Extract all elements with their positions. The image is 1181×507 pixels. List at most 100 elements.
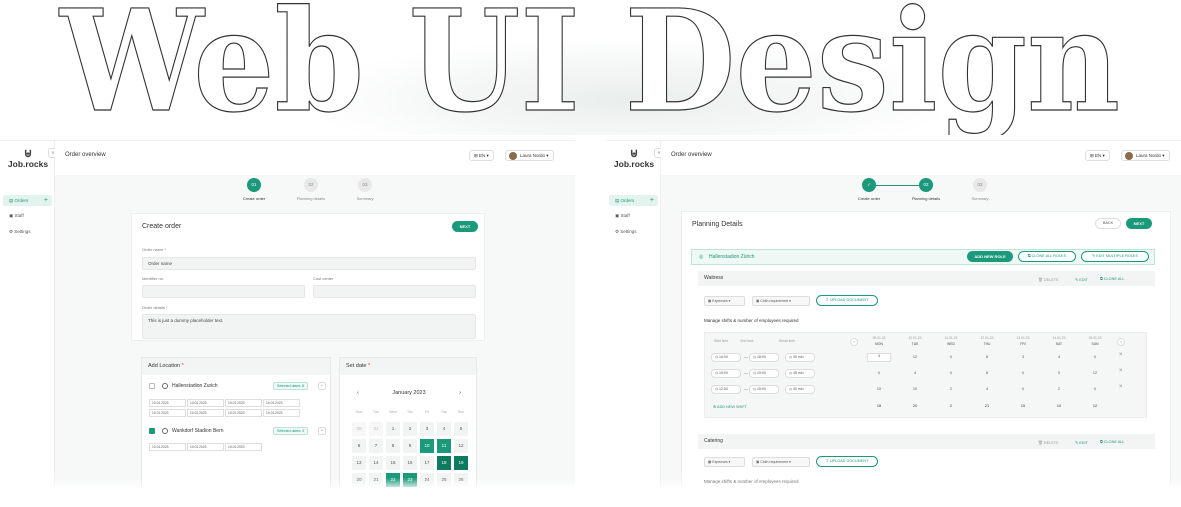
end-time-input[interactable]: ◷ 18:00 [749,353,779,362]
calendar-day-selected[interactable]: 18 [437,456,451,470]
date-chip[interactable]: 10.01.2023 [225,399,262,407]
sidebar-item-staff[interactable]: ▣ Staff [3,210,52,221]
date-chip[interactable]: 10.01.2023 [187,399,224,407]
upload-document-button[interactable]: ⇧ UPLOAD DOCUMENT [816,295,878,306]
calendar-day-selected[interactable]: 11 [437,439,451,453]
add-icon[interactable]: + [44,195,48,206]
calendar-day[interactable]: 9 [403,439,417,453]
sidebar-item-orders[interactable]: ▤ Orders + [3,195,52,206]
employee-count-input[interactable]: 4 [867,353,891,362]
calendar-day[interactable]: 7 [369,439,383,453]
cost-center-input[interactable] [313,285,476,298]
date-chip[interactable]: 10.01.2023 [149,409,186,417]
prev-week-icon[interactable]: ‹ [850,338,858,346]
back-button[interactable]: BACK [1095,218,1121,229]
calendar-day[interactable]: 5 [454,422,468,436]
calendar-day[interactable]: 17 [420,456,434,470]
calendar-day[interactable]: 30 [352,422,366,436]
break-time-input[interactable]: ◷ 40 min [785,385,815,394]
date-chip[interactable]: 10.01.2023 [225,409,262,417]
start-time-input[interactable]: ◷ 15:00 [711,369,741,378]
employee-count[interactable]: 0 [1011,387,1035,391]
edit-multiple-roles-button[interactable]: ✎ EDIT MULTIPLE ROLES [1081,251,1149,262]
edit-role-button[interactable]: ✎ EDIT [1075,277,1088,282]
calendar-day[interactable]: 14 [369,456,383,470]
employee-count[interactable]: 0 [1047,371,1071,375]
employee-count[interactable]: 8 [975,371,999,375]
cloth-requirement-select[interactable]: ▣ Cloth requirement ▾ [752,457,810,467]
step-2[interactable]: 02 [304,178,318,192]
sidebar-item-orders[interactable]: ▤ Orders + [609,195,658,206]
expenses-select[interactable]: ▦ Expenses ▾ [704,457,745,467]
upload-document-button[interactable]: ⇧ UPLOAD DOCUMENT [816,456,878,467]
start-time-input[interactable]: ◷ 16:00 [711,353,741,362]
sidebar-item-staff[interactable]: ▣ Staff [609,210,658,221]
end-time-input[interactable]: ◷ 15:00 [749,385,779,394]
next-month-icon[interactable]: › [454,390,466,396]
clone-all-roles-button[interactable]: ⧉ CLONE ALL ROLES [1018,251,1076,262]
date-chip[interactable]: 10.01.2023 [225,443,262,451]
language-select[interactable]: ⊞ EN ▾ [469,150,494,161]
prev-month-icon[interactable]: ‹ [352,390,364,396]
employee-count[interactable]: 10 [903,387,927,391]
employee-count[interactable]: 12 [903,355,927,359]
add-icon[interactable]: + [650,195,654,206]
app-logo[interactable]: ⊎ Job.rocks [612,147,656,169]
edit-role-button[interactable]: ✎ EDIT [1075,440,1088,445]
close-icon[interactable]: × [1119,368,1123,374]
calendar-day-selected[interactable]: 19 [454,456,468,470]
calendar-day[interactable]: 1 [386,422,400,436]
employee-count[interactable]: 0 [867,371,891,375]
order-name-input[interactable]: Order name [142,257,476,270]
date-chip[interactable]: 10.01.2023 [263,399,300,407]
calendar-day[interactable]: 13 [352,456,366,470]
date-chip[interactable]: 10.01.2023 [149,399,186,407]
delete-role-button[interactable]: 🗑 DELETE [1038,440,1059,445]
date-chip[interactable]: 10.01.2023 [187,409,224,417]
break-time-input[interactable]: ◷ 30 min [785,353,815,362]
calendar-day[interactable]: 15 [386,456,400,470]
employee-count[interactable]: 4 [975,387,999,391]
calendar-day[interactable]: 8 [386,439,400,453]
calendar-day-selected[interactable]: 10 [420,439,434,453]
employee-count[interactable]: 2 [939,387,963,391]
calendar-day[interactable]: 16 [403,456,417,470]
sidebar-item-settings[interactable]: ⚙ Settings [3,226,52,237]
calendar-day[interactable]: 3 [420,422,434,436]
order-details-textarea[interactable]: This is just a dummy placeholder text. [142,314,476,339]
language-select[interactable]: ⊞ EN ▾ [1085,150,1110,161]
user-menu[interactable]: Laura Nordo ▾ [1121,150,1170,161]
step-3[interactable]: 03 [973,178,987,192]
employee-count[interactable]: 0 [939,355,963,359]
date-chip[interactable]: 10.01.2023 [187,443,224,451]
employee-count[interactable]: 4 [903,371,927,375]
calendar-day[interactable]: 4 [437,422,451,436]
expenses-select[interactable]: ▦ Expenses ▾ [704,296,745,306]
app-logo[interactable]: ⊎ Job.rocks [6,147,50,169]
step-1-done[interactable]: ✓ [862,178,876,192]
break-time-input[interactable]: ◷ 45 min [785,369,815,378]
add-new-shift-button[interactable]: ⊕ ADD NEW SHIFT [713,404,747,409]
location-checkbox[interactable] [149,383,155,389]
employee-count[interactable]: 2 [1047,387,1071,391]
delete-role-button[interactable]: 🗑 DELETE [1038,277,1059,282]
cloth-requirement-select[interactable]: ▣ Cloth requirement ▾ [752,296,810,306]
employee-count[interactable]: 3 [1011,355,1035,359]
start-time-input[interactable]: ◷ 12:00 [711,385,741,394]
calendar-day[interactable]: 31 [369,422,383,436]
add-new-role-button[interactable]: ADD NEW ROLE [967,251,1013,262]
step-2[interactable]: 02 [919,178,933,192]
location-checkbox-checked[interactable] [149,428,155,434]
chevron-up-icon[interactable]: ^ [318,382,326,390]
clone-role-button[interactable]: ⧉ CLONE ALL [1100,277,1124,281]
sidebar-item-settings[interactable]: ⚙ Settings [609,226,658,237]
close-icon[interactable]: × [1119,352,1123,358]
step-1[interactable]: 01 [247,178,261,192]
date-chip[interactable]: 10.01.2023 [263,409,300,417]
employee-count[interactable]: 0 [939,371,963,375]
employee-count[interactable]: 0 [1083,355,1107,359]
identifier-input[interactable] [142,285,305,298]
employee-count[interactable]: 8 [975,355,999,359]
clone-role-button[interactable]: ⧉ CLONE ALL [1100,440,1124,444]
calendar-day[interactable]: 2 [403,422,417,436]
